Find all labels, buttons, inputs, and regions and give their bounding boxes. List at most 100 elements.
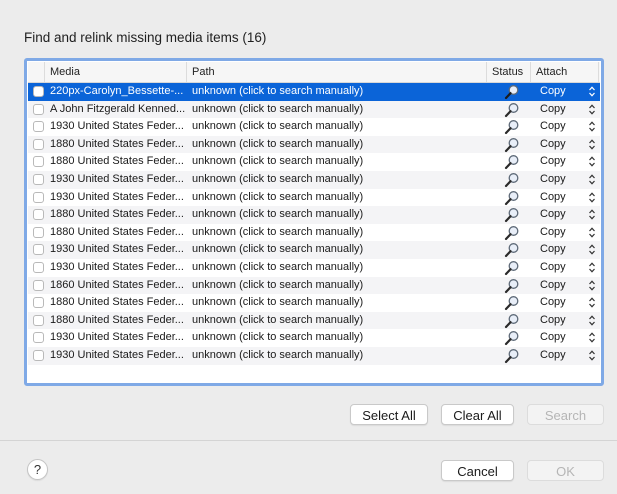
header-status[interactable]: Status	[486, 62, 530, 82]
magnifier-icon[interactable]	[504, 313, 520, 329]
attach-select[interactable]: Copy	[538, 189, 598, 207]
attach-select[interactable]: Copy	[538, 118, 598, 136]
attach-select[interactable]: Copy	[538, 101, 598, 119]
magnifier-icon[interactable]	[504, 278, 520, 294]
media-path[interactable]: unknown (click to search manually)	[192, 294, 492, 312]
attach-select[interactable]: Copy	[538, 347, 598, 365]
updown-chevron-icon	[589, 139, 595, 150]
attach-select[interactable]: Copy	[538, 83, 598, 101]
status-cell	[498, 136, 534, 154]
row-checkbox[interactable]	[33, 349, 44, 361]
magnifier-icon[interactable]	[504, 119, 520, 135]
missing-media-table[interactable]: Media Path Status Attach 220px-Carolyn_B…	[24, 58, 604, 386]
media-path[interactable]: unknown (click to search manually)	[192, 241, 492, 259]
row-checkbox[interactable]	[33, 297, 44, 309]
row-checkbox-cell	[32, 118, 48, 136]
attach-select[interactable]: Copy	[538, 206, 598, 224]
magnifier-icon[interactable]	[504, 225, 520, 241]
magnifier-icon[interactable]	[504, 207, 520, 223]
row-checkbox[interactable]	[33, 121, 44, 133]
table-row[interactable]: 1930 United States Feder... unknown (clic…	[28, 118, 600, 136]
media-path[interactable]: unknown (click to search manually)	[192, 312, 492, 330]
media-path[interactable]: unknown (click to search manually)	[192, 171, 492, 189]
attach-select[interactable]: Copy	[538, 171, 598, 189]
table-row[interactable]: 1880 United States Feder... unknown (clic…	[28, 294, 600, 312]
row-checkbox[interactable]	[33, 279, 44, 291]
media-path[interactable]: unknown (click to search manually)	[192, 189, 492, 207]
table-row[interactable]: 1860 United States Feder... unknown (clic…	[28, 276, 600, 295]
row-checkbox[interactable]	[33, 209, 44, 221]
row-checkbox[interactable]	[33, 86, 44, 97]
row-checkbox[interactable]	[33, 156, 44, 168]
media-path[interactable]: unknown (click to search manually)	[192, 329, 492, 347]
header-attach[interactable]: Attach	[530, 62, 598, 82]
status-cell	[498, 171, 534, 189]
row-checkbox[interactable]	[33, 103, 44, 115]
media-path[interactable]: unknown (click to search manually)	[192, 153, 492, 171]
table-row[interactable]: 1880 United States Feder... unknown (clic…	[28, 206, 600, 224]
magnifier-icon[interactable]	[504, 84, 520, 100]
media-path[interactable]: unknown (click to search manually)	[192, 277, 492, 295]
table-row[interactable]: 1930 United States Feder... unknown (clic…	[28, 241, 600, 259]
table-row[interactable]: 1930 United States Feder... unknown (clic…	[28, 329, 600, 347]
magnifier-icon[interactable]	[504, 190, 520, 206]
row-checkbox[interactable]	[33, 173, 44, 185]
attach-select[interactable]: Copy	[538, 312, 598, 330]
media-path[interactable]: unknown (click to search manually)	[192, 83, 492, 101]
attach-select[interactable]: Copy	[538, 294, 598, 312]
row-checkbox[interactable]	[33, 332, 44, 344]
cancel-button[interactable]: Cancel	[441, 460, 514, 481]
magnifier-icon[interactable]	[504, 330, 520, 346]
row-checkbox[interactable]	[33, 138, 44, 150]
attach-select[interactable]: Copy	[538, 259, 598, 277]
table-row[interactable]: 1930 United States Feder... unknown (clic…	[28, 346, 600, 365]
attach-value: Copy	[540, 331, 566, 344]
magnifier-icon[interactable]	[504, 137, 520, 153]
magnifier-icon[interactable]	[504, 102, 520, 118]
magnifier-icon[interactable]	[504, 172, 520, 188]
clear-all-button[interactable]: Clear All	[441, 404, 514, 425]
magnifier-icon[interactable]	[504, 260, 520, 276]
table-row[interactable]: 1930 United States Feder... unknown (clic…	[28, 259, 600, 277]
media-name: 1930 United States Feder...	[50, 348, 184, 361]
media-path[interactable]: unknown (click to search manually)	[192, 118, 492, 136]
magnifier-icon[interactable]	[504, 348, 520, 364]
attach-select[interactable]: Copy	[538, 241, 598, 259]
attach-select[interactable]: Copy	[538, 277, 598, 295]
table-row[interactable]: 1880 United States Feder... unknown (clic…	[28, 135, 600, 154]
row-checkbox[interactable]	[33, 314, 44, 326]
row-checkbox[interactable]	[33, 261, 44, 273]
attach-select[interactable]: Copy	[538, 153, 598, 171]
header-path[interactable]: Path	[186, 62, 486, 82]
table-row[interactable]: 220px-Carolyn_Bessette-... unknown (click…	[28, 83, 600, 101]
table-row[interactable]: 1930 United States Feder... unknown (clic…	[28, 170, 600, 189]
media-path[interactable]: unknown (click to search manually)	[192, 136, 492, 154]
media-path[interactable]: unknown (click to search manually)	[192, 101, 492, 119]
search-button[interactable]: Search	[527, 404, 604, 425]
row-checkbox[interactable]	[33, 244, 44, 256]
media-path[interactable]: unknown (click to search manually)	[192, 206, 492, 224]
help-button[interactable]: ?	[27, 459, 48, 480]
magnifier-icon[interactable]	[504, 154, 520, 170]
attach-select[interactable]: Copy	[538, 329, 598, 347]
row-checkbox[interactable]	[33, 191, 44, 203]
table-row[interactable]: 1880 United States Feder... unknown (clic…	[28, 153, 600, 171]
updown-chevron-icon	[589, 191, 595, 203]
magnifier-icon[interactable]	[504, 242, 520, 258]
row-checkbox-cell	[32, 224, 48, 242]
media-path[interactable]: unknown (click to search manually)	[192, 259, 492, 277]
select-all-button[interactable]: Select All	[350, 404, 428, 425]
table-row[interactable]: 1880 United States Feder... unknown (clic…	[28, 224, 600, 242]
table-row[interactable]: A John Fitzgerald Kenned... unknown (clic…	[28, 100, 600, 119]
ok-button[interactable]: OK	[527, 460, 604, 481]
row-checkbox[interactable]	[33, 226, 44, 238]
media-path[interactable]: unknown (click to search manually)	[192, 224, 492, 242]
header-media[interactable]: Media	[44, 62, 186, 82]
table-row[interactable]: 1880 United States Feder... unknown (clic…	[28, 311, 600, 330]
table-row[interactable]: 1930 United States Feder... unknown (clic…	[28, 189, 600, 207]
media-name: 1930 United States Feder...	[50, 260, 184, 273]
magnifier-icon[interactable]	[504, 295, 520, 311]
attach-select[interactable]: Copy	[538, 224, 598, 242]
media-path[interactable]: unknown (click to search manually)	[192, 347, 492, 365]
attach-select[interactable]: Copy	[538, 136, 598, 154]
